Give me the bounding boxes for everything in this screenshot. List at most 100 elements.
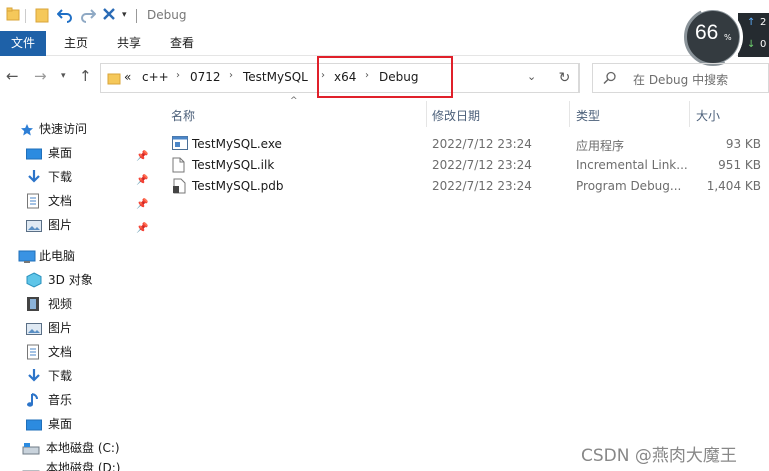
ribbon-tabs: 文件 主页 共享 查看 bbox=[0, 31, 769, 56]
file-size: 951 KB bbox=[718, 158, 761, 172]
file-name: TestMySQL.ilk bbox=[192, 158, 275, 172]
sidebar-label: 下载 bbox=[48, 170, 73, 184]
sidebar-label: 快速访问 bbox=[39, 122, 88, 136]
search-icon bbox=[603, 71, 617, 88]
tab-home[interactable]: 主页 bbox=[56, 31, 96, 56]
redo-icon[interactable] bbox=[80, 7, 97, 26]
back-icon[interactable]: ← bbox=[6, 67, 19, 85]
file-row[interactable]: TestMySQL.exe 2022/7/12 23:24 应用程序 93 KB bbox=[168, 134, 769, 155]
breadcrumb-cpp[interactable]: c++ bbox=[142, 70, 169, 84]
sidebar-label: 3D 对象 bbox=[48, 273, 93, 287]
breadcrumb-chevron-icon[interactable]: › bbox=[229, 70, 233, 81]
undo-icon[interactable] bbox=[56, 7, 73, 26]
sort-ascending-icon: ^ bbox=[290, 96, 298, 106]
sidebar-label: 图片 bbox=[48, 321, 73, 335]
column-header-type[interactable]: 类型 bbox=[576, 107, 600, 124]
speed-percent-sign: % bbox=[724, 33, 732, 42]
sidebar-label: 桌面 bbox=[48, 417, 73, 431]
file-icon bbox=[172, 157, 185, 176]
sidebar-item-videos[interactable]: 视频 bbox=[26, 292, 160, 316]
column-header-name[interactable]: 名称 bbox=[171, 107, 195, 124]
pdb-icon bbox=[172, 178, 186, 197]
sidebar-label: 视频 bbox=[48, 297, 73, 311]
file-type: Program Debug... bbox=[576, 179, 682, 193]
file-name: TestMySQL.exe bbox=[192, 137, 282, 151]
tab-file[interactable]: 文件 bbox=[0, 31, 46, 56]
breadcrumb-testmysql[interactable]: TestMySQL bbox=[243, 70, 308, 84]
toolbar-divider bbox=[25, 9, 26, 23]
sidebar-label: 文档 bbox=[48, 345, 73, 359]
file-size: 93 KB bbox=[725, 137, 761, 151]
sidebar-label: 此电脑 bbox=[39, 249, 76, 263]
file-date: 2022/7/12 23:24 bbox=[432, 158, 532, 172]
tab-view[interactable]: 查看 bbox=[162, 31, 202, 56]
breadcrumb-0712[interactable]: 0712 bbox=[190, 70, 221, 84]
breadcrumb-overflow[interactable]: « bbox=[124, 70, 131, 84]
sidebar-item-downloads[interactable]: 下载 📌 bbox=[26, 165, 160, 189]
sidebar-item-drive-c[interactable]: 本地磁盘 (C:) bbox=[22, 436, 160, 460]
refresh-icon: ↻ bbox=[558, 70, 571, 86]
search-box[interactable]: 在 Debug 中搜索 bbox=[592, 63, 769, 93]
sidebar-label: 本地磁盘 (C:) bbox=[46, 441, 120, 455]
net-speed-widget[interactable]: ↑ 2 ↓ 0 66 % bbox=[674, 0, 769, 76]
column-header-size[interactable]: 大小 bbox=[696, 107, 720, 124]
pin-icon[interactable]: 📌 bbox=[136, 217, 148, 241]
file-date: 2022/7/12 23:24 bbox=[432, 179, 532, 193]
sidebar-item-downloads-pc[interactable]: 下载 bbox=[26, 364, 160, 388]
file-row[interactable]: TestMySQL.ilk 2022/7/12 23:24 Incrementa… bbox=[168, 155, 769, 176]
navigation-pane: 快速访问 桌面 📌 下载 📌 文档 📌 图片 📌 此电脑 3D 对象 视频 图片… bbox=[0, 103, 160, 471]
sidebar-item-desktop-pc[interactable]: 桌面 bbox=[26, 412, 160, 436]
file-type: Incremental Link... bbox=[576, 158, 688, 172]
file-name: TestMySQL.pdb bbox=[192, 179, 284, 193]
search-placeholder: 在 Debug 中搜索 bbox=[633, 73, 729, 87]
upload-arrow-icon: ↑ bbox=[747, 17, 756, 28]
watermark-text: CSDN @燕肉大魔王 bbox=[581, 446, 737, 466]
breadcrumb-chevron-icon[interactable]: › bbox=[176, 70, 180, 81]
file-size: 1,404 KB bbox=[706, 179, 761, 193]
folder-icon[interactable] bbox=[6, 7, 20, 24]
highlight-annotation bbox=[317, 56, 453, 98]
download-value: 0 bbox=[760, 39, 767, 50]
speed-percent: 66 bbox=[695, 21, 719, 44]
file-date: 2022/7/12 23:24 bbox=[432, 137, 532, 151]
address-folder-icon bbox=[107, 71, 121, 88]
sidebar-item-3d-objects[interactable]: 3D 对象 bbox=[26, 268, 160, 292]
sidebar-item-drive-d[interactable]: 本地磁盘 (D:) bbox=[22, 460, 160, 471]
sidebar-label: 音乐 bbox=[48, 393, 73, 407]
title-divider bbox=[136, 9, 137, 23]
picture-icon bbox=[26, 217, 42, 241]
column-divider[interactable] bbox=[426, 101, 427, 127]
upload-value: 2 bbox=[760, 17, 767, 28]
sidebar-item-pictures-pc[interactable]: 图片 bbox=[26, 316, 160, 340]
forward-icon[interactable]: → bbox=[34, 67, 47, 85]
sidebar-label: 下载 bbox=[48, 369, 73, 383]
sidebar-label: 本地磁盘 (D:) bbox=[46, 461, 121, 471]
sidebar-item-documents[interactable]: 文档 📌 bbox=[26, 189, 160, 213]
title-bar: ▾ Debug bbox=[0, 0, 769, 31]
dropdown-icon[interactable]: ▾ bbox=[122, 10, 127, 20]
delete-icon[interactable] bbox=[102, 7, 116, 24]
sidebar-item-pictures[interactable]: 图片 📌 bbox=[26, 213, 160, 237]
sidebar-item-this-pc[interactable]: 此电脑 bbox=[18, 244, 160, 268]
window-title: Debug bbox=[147, 8, 187, 22]
drive-icon bbox=[22, 464, 40, 471]
sidebar-label: 桌面 bbox=[48, 146, 73, 160]
recent-locations-icon[interactable]: ▾ bbox=[61, 71, 66, 81]
exe-icon bbox=[172, 136, 188, 153]
column-divider[interactable] bbox=[689, 101, 690, 127]
sidebar-item-music[interactable]: 音乐 bbox=[26, 388, 160, 412]
file-row[interactable]: TestMySQL.pdb 2022/7/12 23:24 Program De… bbox=[168, 176, 769, 197]
file-type: 应用程序 bbox=[576, 139, 625, 153]
column-divider[interactable] bbox=[569, 101, 570, 127]
sidebar-label: 图片 bbox=[48, 218, 73, 232]
folder-new-icon[interactable] bbox=[35, 7, 49, 26]
address-dropdown-icon[interactable]: ⌄ bbox=[527, 70, 536, 83]
tab-share[interactable]: 共享 bbox=[109, 31, 149, 56]
download-arrow-icon: ↓ bbox=[747, 39, 756, 50]
sidebar-item-documents-pc[interactable]: 文档 bbox=[26, 340, 160, 364]
sidebar-item-quick-access[interactable]: 快速访问 bbox=[20, 117, 160, 141]
refresh-button[interactable]: ↻ bbox=[550, 63, 580, 93]
sidebar-item-desktop[interactable]: 桌面 📌 bbox=[26, 141, 160, 165]
up-icon[interactable]: ↑ bbox=[79, 67, 92, 85]
column-header-date[interactable]: 修改日期 bbox=[432, 107, 480, 124]
